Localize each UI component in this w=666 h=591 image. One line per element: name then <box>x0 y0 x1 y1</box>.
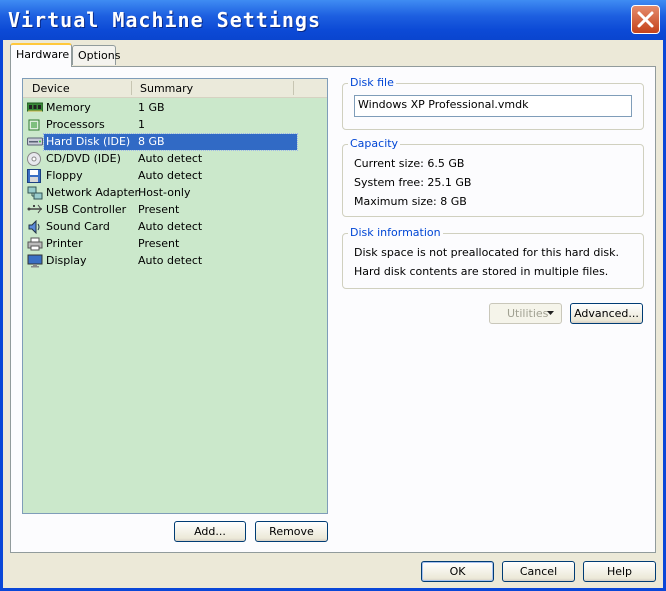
ok-button[interactable]: OK <box>421 561 494 582</box>
device-name: Printer <box>46 237 83 250</box>
column-divider[interactable] <box>131 81 132 95</box>
device-row-hard-disk-ide[interactable]: Hard Disk (IDE) 8 GB <box>25 133 325 151</box>
network-adapter-icon <box>27 186 43 200</box>
device-name: Display <box>46 254 87 267</box>
device-name: Processors <box>46 118 105 131</box>
sound-card-icon <box>27 219 43 235</box>
device-name: Hard Disk (IDE) <box>45 135 132 148</box>
column-header-summary[interactable]: Summary <box>140 82 193 95</box>
device-row-cd-dvd-ide[interactable]: CD/DVD (IDE) Auto detect <box>25 151 325 168</box>
memory-icon <box>26 101 44 115</box>
usb-icon <box>27 203 43 217</box>
device-summary: 1 GB <box>138 101 165 114</box>
cancel-button-label: Cancel <box>519 565 558 578</box>
utilities-button[interactable]: Utilities <box>489 303 562 324</box>
device-summary: 8 GB <box>138 135 165 148</box>
column-header-device[interactable]: Device <box>32 82 70 95</box>
remove-device-button[interactable]: Remove <box>255 521 328 542</box>
capacity-label: Capacity <box>348 137 401 150</box>
device-row-network-adapter[interactable]: Network Adapter Host-only <box>25 185 325 202</box>
device-summary: Auto detect <box>138 254 203 267</box>
close-icon <box>637 11 654 28</box>
maximum-size-text: Maximum size: 8 GB <box>354 195 467 208</box>
help-button-label: Help <box>606 565 633 578</box>
processor-icon <box>27 118 43 132</box>
device-row-usb-controller[interactable]: USB Controller Present <box>25 202 325 219</box>
display-icon <box>27 254 43 268</box>
device-row-processors[interactable]: Processors 1 <box>25 117 325 134</box>
hard-disk-icon <box>27 135 43 149</box>
preallocation-text: Disk space is not preallocated for this … <box>354 246 619 259</box>
ok-button-label: OK <box>449 565 466 578</box>
add-device-button[interactable]: Add... <box>174 521 246 542</box>
disk-file-label: Disk file <box>348 76 396 89</box>
remove-button-label: Remove <box>269 525 314 538</box>
device-summary: Present <box>138 237 180 250</box>
system-free-text: System free: 25.1 GB <box>354 176 472 189</box>
device-summary: Host-only <box>138 186 191 199</box>
device-row-memory[interactable]: Memory 1 GB <box>25 100 325 117</box>
disk-information-label: Disk information <box>348 226 443 239</box>
multiple-files-text: Hard disk contents are stored in multipl… <box>354 265 609 278</box>
disk-file-field[interactable]: Windows XP Professional.vmdk <box>354 95 632 117</box>
utilities-button-label: Utilities <box>507 307 549 320</box>
title-bar[interactable]: Virtual Machine Settings <box>0 0 666 40</box>
current-size-text: Current size: 6.5 GB <box>354 157 465 170</box>
device-list-header: Device Summary <box>23 79 327 98</box>
cd-dvd-icon <box>27 152 43 166</box>
device-row-display[interactable]: Display Auto detect <box>25 253 325 270</box>
tab-options[interactable]: Options <box>72 45 120 65</box>
cancel-button[interactable]: Cancel <box>502 561 575 582</box>
device-summary: Auto detect <box>138 169 203 182</box>
device-summary: 1 <box>138 118 145 131</box>
device-name: Sound Card <box>46 220 110 233</box>
advanced-button[interactable]: Advanced... <box>570 303 643 324</box>
help-button[interactable]: Help <box>583 561 656 582</box>
dropdown-arrow-icon <box>547 311 554 315</box>
device-name: CD/DVD (IDE) <box>46 152 121 165</box>
device-summary: Present <box>138 203 180 216</box>
disk-information-group: Disk information <box>342 226 644 289</box>
column-divider[interactable] <box>293 81 294 95</box>
advanced-button-label: Advanced... <box>574 307 639 320</box>
device-summary: Auto detect <box>138 220 203 233</box>
device-name: Memory <box>46 101 91 114</box>
device-name: Floppy <box>46 169 83 182</box>
close-button[interactable] <box>631 5 660 34</box>
device-name: Network Adapter <box>46 186 140 199</box>
tab-hardware[interactable]: Hardware <box>10 43 72 67</box>
device-name: USB Controller <box>46 203 127 216</box>
device-row-floppy[interactable]: Floppy Auto detect <box>25 168 325 185</box>
device-row-sound-card[interactable]: Sound Card Auto detect <box>25 219 325 236</box>
device-summary: Auto detect <box>138 152 203 165</box>
device-row-printer[interactable]: Printer Present <box>25 236 325 253</box>
window-title: Virtual Machine Settings <box>8 8 321 32</box>
add-button-label: Add... <box>194 525 226 538</box>
printer-icon <box>27 237 43 251</box>
floppy-icon <box>27 169 43 183</box>
device-list[interactable]: Device Summary Memory 1 GB Processors 1 Hard… <box>22 78 328 514</box>
